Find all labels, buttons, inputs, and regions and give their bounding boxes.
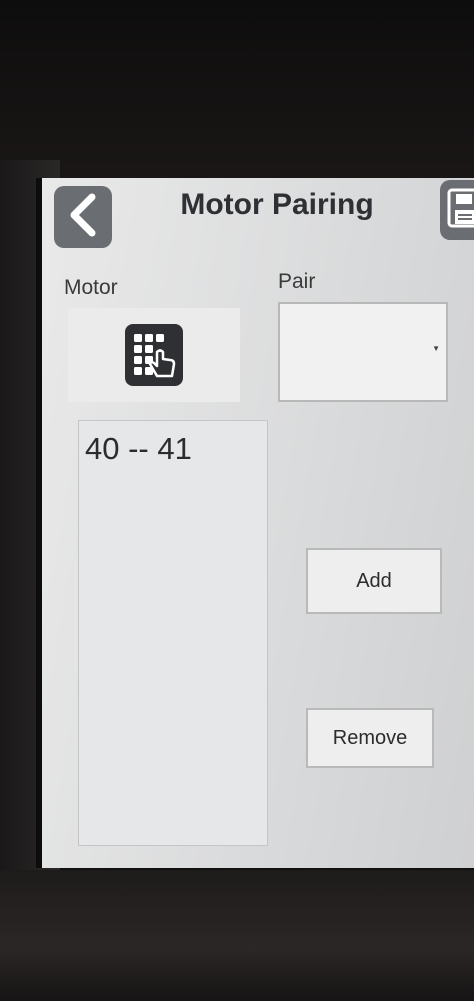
touch-screen: Motor Pairing Motor Pair ▼ 40 -- 41 Add … — [36, 178, 474, 868]
pair-label: Pair — [278, 270, 316, 293]
floppy-disk-icon — [447, 188, 474, 233]
device-bezel-bottom — [0, 870, 474, 1001]
dropdown-arrow-icon: ▼ — [432, 344, 440, 353]
page-title: Motor Pairing — [180, 188, 374, 221]
motor-label: Motor — [64, 276, 118, 299]
chevron-left-icon — [66, 193, 100, 242]
remove-button[interactable]: Remove — [306, 708, 434, 768]
motor-picker-button[interactable] — [68, 308, 240, 402]
add-button[interactable]: Add — [306, 548, 442, 614]
keypad-touch-icon — [125, 324, 183, 386]
pair-dropdown[interactable]: ▼ — [278, 302, 448, 402]
back-button[interactable] — [54, 186, 112, 248]
save-button[interactable] — [440, 180, 474, 240]
device-bezel-top — [0, 0, 474, 185]
list-item[interactable]: 40 -- 41 — [79, 421, 267, 467]
pairs-list[interactable]: 40 -- 41 — [78, 420, 268, 846]
